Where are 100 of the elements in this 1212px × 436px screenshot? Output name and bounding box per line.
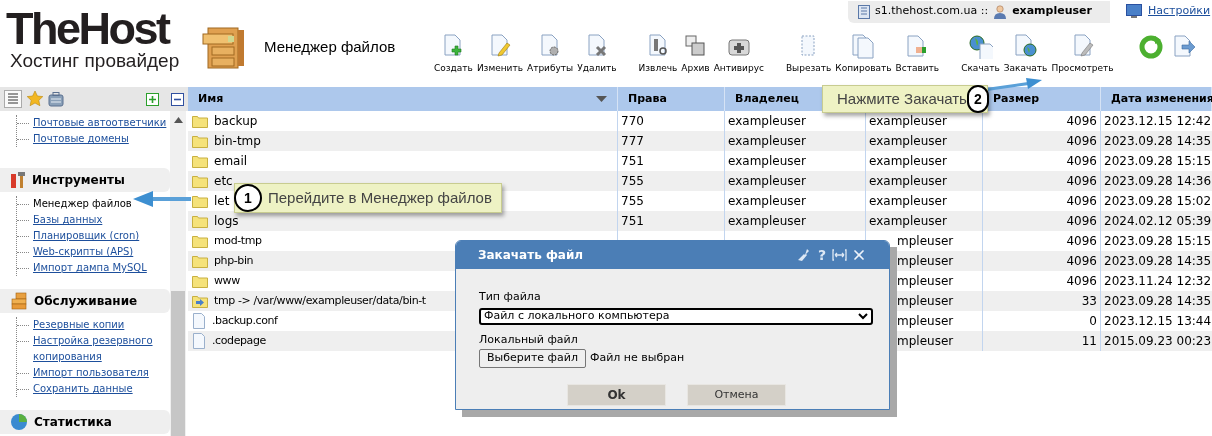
table-cell-text: 755	[621, 193, 644, 210]
boxes-icon	[10, 292, 28, 310]
table-cell-text: 2023.09.28 15:02	[1104, 193, 1212, 210]
tools-icon	[10, 171, 26, 189]
sidebar-section-header[interactable]: Инструменты	[0, 168, 170, 192]
table-cell-text: 751	[621, 213, 644, 230]
folder-icon	[192, 174, 208, 188]
user-icon	[993, 4, 1008, 19]
pages-icon	[850, 33, 877, 59]
table-cell-text: 755	[621, 173, 644, 190]
table-cell-text: exampleuser	[869, 153, 947, 170]
toolbar-button[interactable]: Закачать	[1001, 33, 1050, 74]
toolbar-button[interactable]: Атрибуты	[525, 33, 576, 74]
folder-icon	[192, 234, 208, 248]
cancel-button[interactable]: Отмена	[687, 384, 786, 406]
ok-button[interactable]: Ok	[567, 384, 666, 406]
table-cell-text: exampleuser	[869, 113, 947, 130]
server-name: s1.thehost.com.ua ::	[875, 3, 989, 20]
table-cell-text: 2023.09.28 14:35	[1104, 293, 1212, 310]
sidebar-link[interactable]: Планировщик (cron)	[29, 228, 140, 244]
file-name[interactable]: email	[214, 152, 248, 170]
table-cell-text: 4096	[1066, 213, 1097, 230]
scroll-up-icon[interactable]	[173, 117, 183, 123]
table-cell-text: exampleuser	[728, 153, 806, 170]
close-icon[interactable]	[851, 247, 867, 263]
sidebar-link[interactable]: Почтовые домены	[29, 131, 129, 147]
table-cell-text: exampleuser	[728, 213, 806, 230]
file-icon	[192, 333, 206, 349]
table-cell-text: 2023.09.28 14:35	[1104, 133, 1212, 150]
table-cell-text: exampleuser	[869, 133, 947, 150]
file-name[interactable]: backup	[214, 112, 258, 130]
sidebar-link[interactable]: Базы данных	[29, 212, 103, 228]
exit-icon	[1171, 34, 1198, 60]
table-cell-text: exampleuser	[728, 113, 806, 130]
table-cell-text: exampleuser	[869, 213, 947, 230]
toolbar-button[interactable]: Извлечь	[636, 33, 680, 74]
current-page-item[interactable]: Менеджер файлов	[29, 196, 132, 212]
table-cell-text: 2023.09.28 15:15	[1104, 153, 1212, 170]
sidebar-link[interactable]: Почтовые автоответчики	[29, 115, 167, 131]
logo-tagline: Хостинг провайдер	[9, 50, 181, 72]
refresh-icon	[1137, 34, 1164, 60]
toolbar-button[interactable]: Изменить	[474, 33, 525, 74]
file-name[interactable]: .codepage	[212, 332, 266, 350]
choose-file-button[interactable]: Выберите файл	[479, 349, 586, 368]
sort-arrow-icon[interactable]	[596, 96, 607, 102]
resize-icon[interactable]	[832, 249, 847, 261]
folder-icon	[192, 274, 208, 288]
file-name[interactable]: www	[214, 272, 240, 290]
sidebar-section-header[interactable]: Статистика	[0, 410, 170, 434]
table-cell-text: 4096	[1066, 153, 1097, 170]
file-cabinet-icon	[200, 24, 246, 71]
settings-link[interactable]: Настройки	[1148, 3, 1211, 20]
table-cell-text: 777	[621, 133, 644, 150]
sidebar-link[interactable]: Web-скрипты (APS)	[29, 244, 134, 260]
table-cell-text: exampleuser	[869, 173, 947, 190]
file-name[interactable]: tmp -> /var/www/exampleuser/data/bin-t	[214, 292, 426, 310]
file-name[interactable]: bin-tmp	[214, 132, 261, 150]
sidebar-link[interactable]: Настройка резервного копирования	[29, 333, 170, 365]
file-name[interactable]: .backup.conf	[212, 312, 278, 330]
globe-arrow-icon	[967, 33, 994, 59]
star-icon[interactable]	[26, 90, 44, 108]
user-name: exampleuser	[1012, 3, 1092, 20]
collapse-icon[interactable]	[171, 92, 184, 106]
table-cell-text: mpleuser	[897, 273, 954, 290]
folder-icon	[192, 154, 208, 168]
scrollbar[interactable]	[170, 111, 186, 436]
list-icon[interactable]	[4, 90, 22, 108]
table-cell-text: exampleuser	[728, 173, 806, 190]
dialog-title: Закачать файл	[478, 247, 585, 264]
file-name[interactable]: let	[214, 192, 230, 210]
toolbar-button[interactable]: Просмотреть	[1049, 33, 1116, 74]
file-name[interactable]: logs	[214, 212, 239, 230]
sidebar-section-header[interactable]: Обслуживание	[0, 289, 170, 313]
toolbar-button[interactable]: Вставить	[893, 33, 942, 74]
expand-icon[interactable]	[146, 92, 159, 106]
toolbar-button[interactable]: Копировать	[833, 33, 894, 74]
page-title: Менеджер файлов	[264, 37, 396, 58]
toolbar-button[interactable]: Вырезать	[783, 33, 834, 74]
table-cell-text: 2023.12.15 13:44	[1104, 313, 1212, 330]
sidebar-link[interactable]: Импорт пользователя	[29, 365, 149, 381]
folder-icon	[192, 254, 208, 268]
table-cell-text: 2023.12.15 12:42	[1104, 113, 1212, 130]
briefcase-icon[interactable]	[48, 91, 64, 107]
file-name[interactable]: etc	[214, 172, 233, 190]
folder-arrow-icon	[192, 294, 208, 308]
toolbar-button[interactable]: Создать	[432, 33, 475, 74]
monitor-icon	[1126, 4, 1142, 19]
toolbar-button[interactable]: Скачать	[959, 33, 1002, 74]
broom-icon[interactable]	[797, 248, 812, 262]
sidebar-link[interactable]: Резервные копии	[29, 317, 125, 333]
sidebar-link[interactable]: Сохранить данные	[29, 381, 133, 397]
file-type-select[interactable]: Файл с локального компьютера	[479, 307, 873, 325]
toolbar-button[interactable]: Антивирус	[711, 33, 766, 74]
table-cell-text: 4096	[1066, 193, 1097, 210]
file-name[interactable]: php-bin	[214, 252, 254, 270]
toolbar-button[interactable]: Удалить	[575, 33, 619, 74]
sidebar-link[interactable]: Импорт дампа MySQL	[29, 260, 147, 276]
toolbar-button[interactable]: Архив	[679, 33, 712, 74]
file-name[interactable]: mod-tmp	[214, 232, 262, 250]
table-cell-text: mpleuser	[897, 313, 954, 330]
